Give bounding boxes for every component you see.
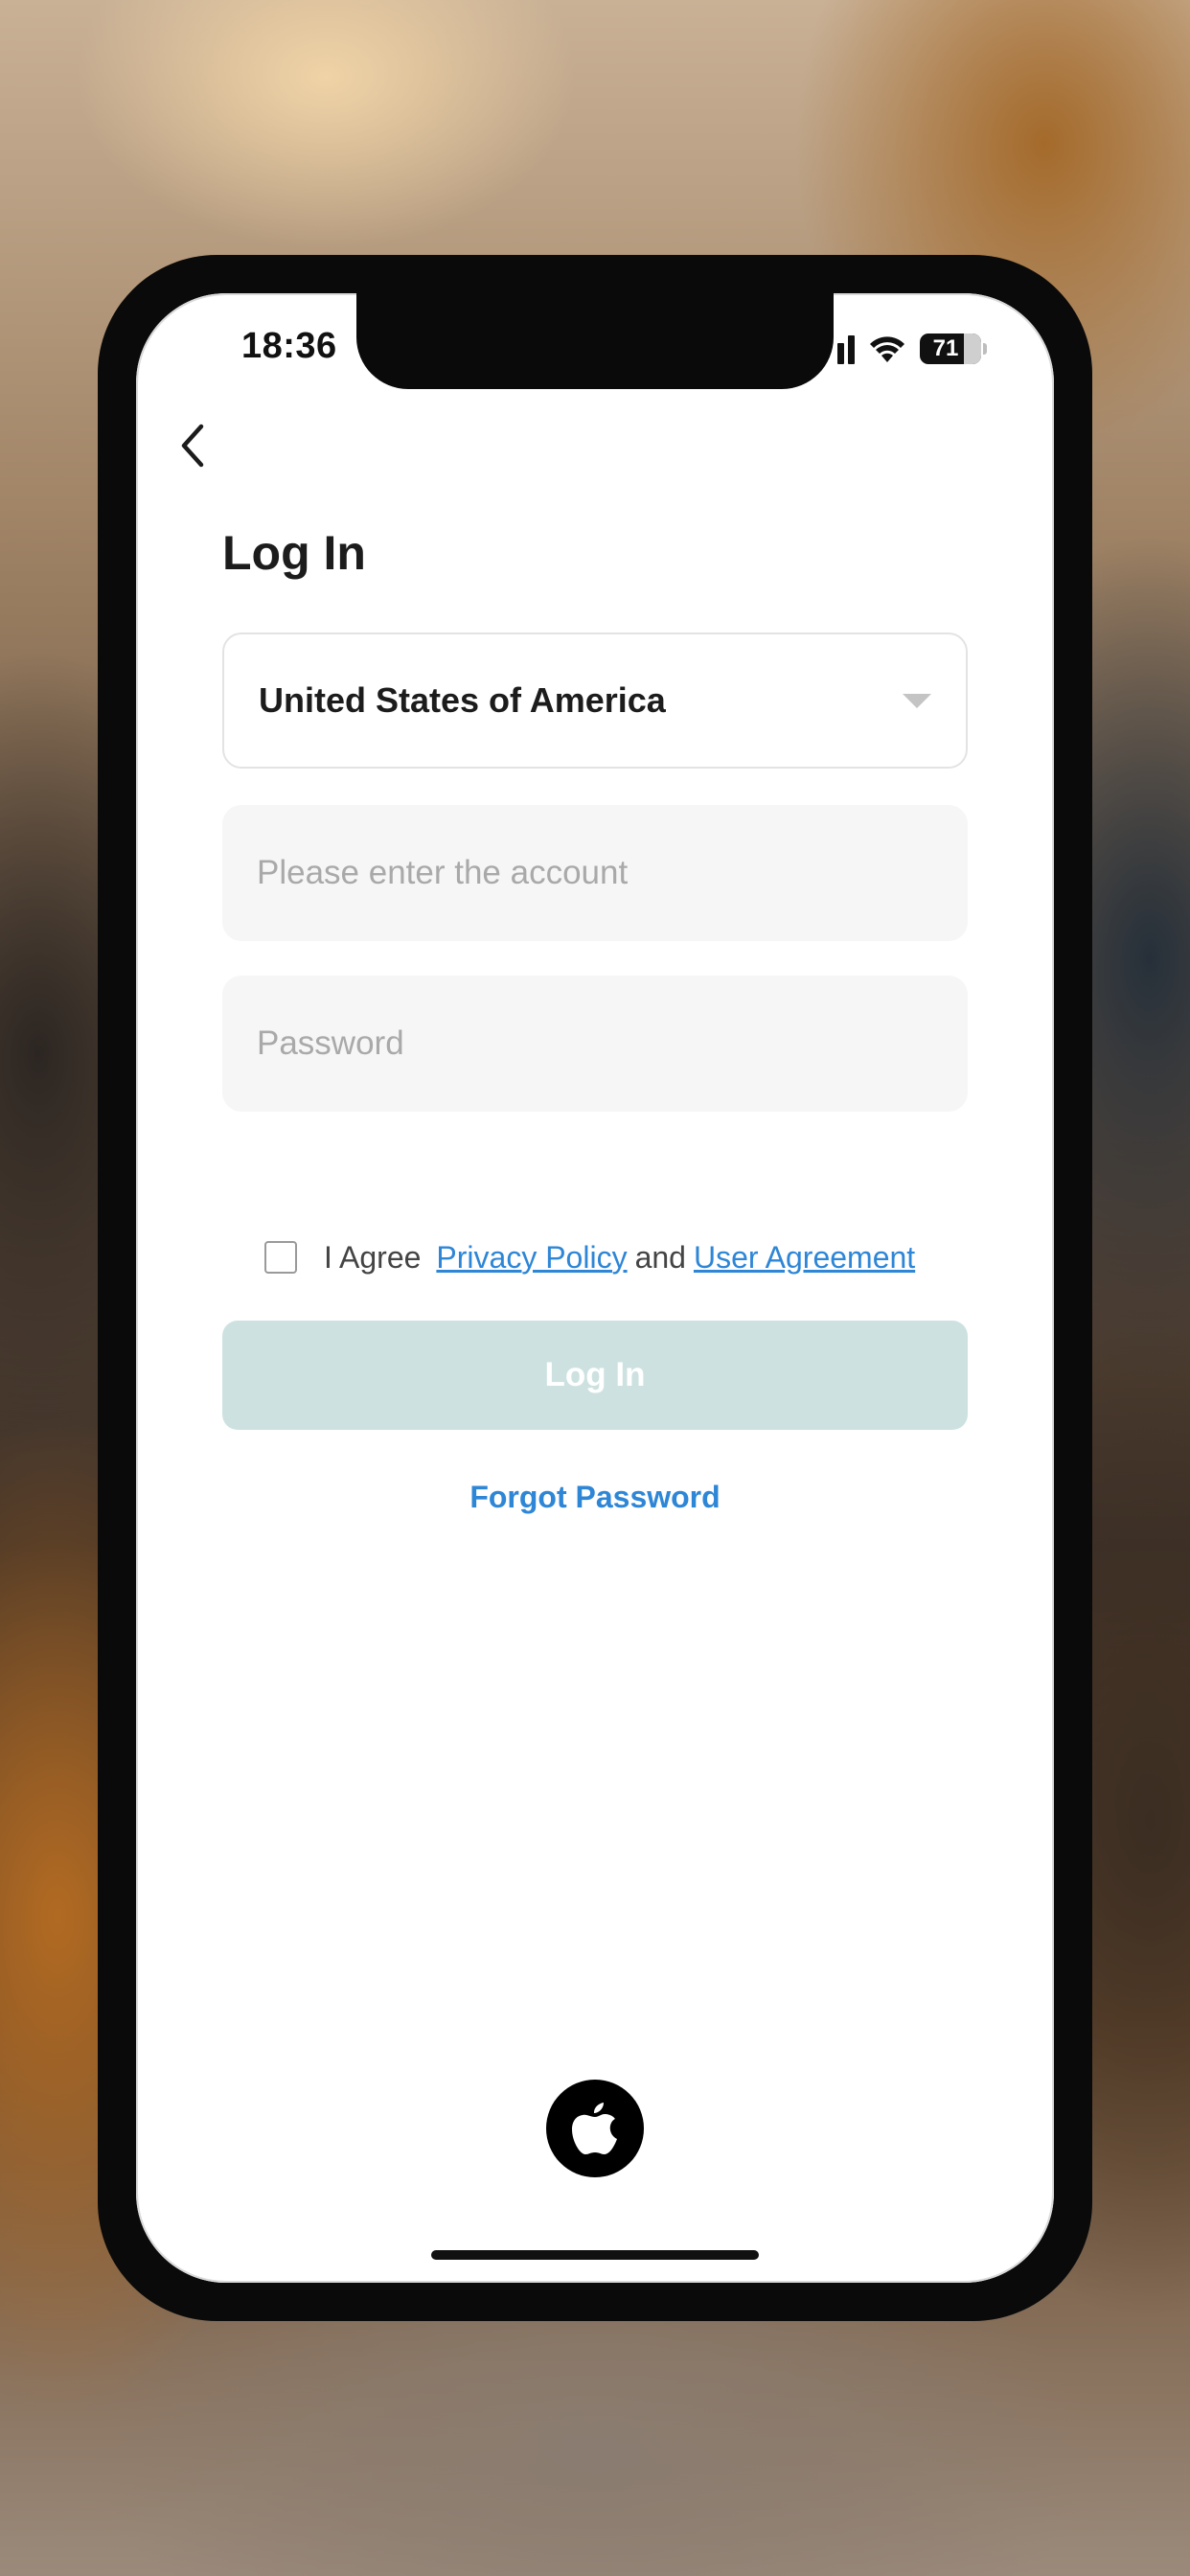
login-button[interactable]: Log In	[222, 1321, 968, 1430]
chevron-down-icon	[903, 693, 931, 708]
agreement-conjunction: and	[634, 1239, 686, 1275]
wifi-icon	[870, 336, 904, 362]
home-indicator[interactable]	[431, 2250, 759, 2260]
device-notch	[356, 293, 834, 389]
privacy-policy-link[interactable]: Privacy Policy	[436, 1240, 627, 1276]
battery-level: 71	[932, 335, 959, 361]
account-field[interactable]	[222, 805, 968, 941]
cellular-signal-icon	[837, 334, 855, 364]
back-button[interactable]	[159, 412, 226, 479]
chevron-left-icon	[181, 424, 204, 468]
account-input[interactable]	[257, 805, 933, 941]
app-screen: 18:36 71 Log In United States of America…	[136, 293, 1054, 2283]
apple-logo-icon	[572, 2103, 617, 2154]
sign-in-with-apple-button[interactable]	[546, 2080, 644, 2177]
country-select[interactable]: United States of America	[222, 632, 968, 769]
password-field[interactable]	[222, 976, 968, 1112]
country-value: United States of America	[259, 680, 666, 720]
agreement-row: I Agree Privacy Policy and User Agreemen…	[264, 1229, 915, 1286]
phone-frame: 18:36 71 Log In United States of America…	[98, 255, 1092, 2321]
agree-checkbox[interactable]	[264, 1241, 297, 1274]
forgot-password-link[interactable]: Forgot Password	[136, 1480, 1054, 1515]
status-time: 18:36	[241, 326, 337, 366]
password-input[interactable]	[257, 976, 933, 1112]
user-agreement-link[interactable]: User Agreement	[694, 1240, 915, 1276]
battery-icon: 71	[920, 334, 981, 364]
agree-label: I Agree	[324, 1239, 422, 1275]
status-icons: 71	[837, 330, 987, 368]
battery-tip	[983, 343, 987, 355]
page-title: Log In	[222, 526, 366, 580]
